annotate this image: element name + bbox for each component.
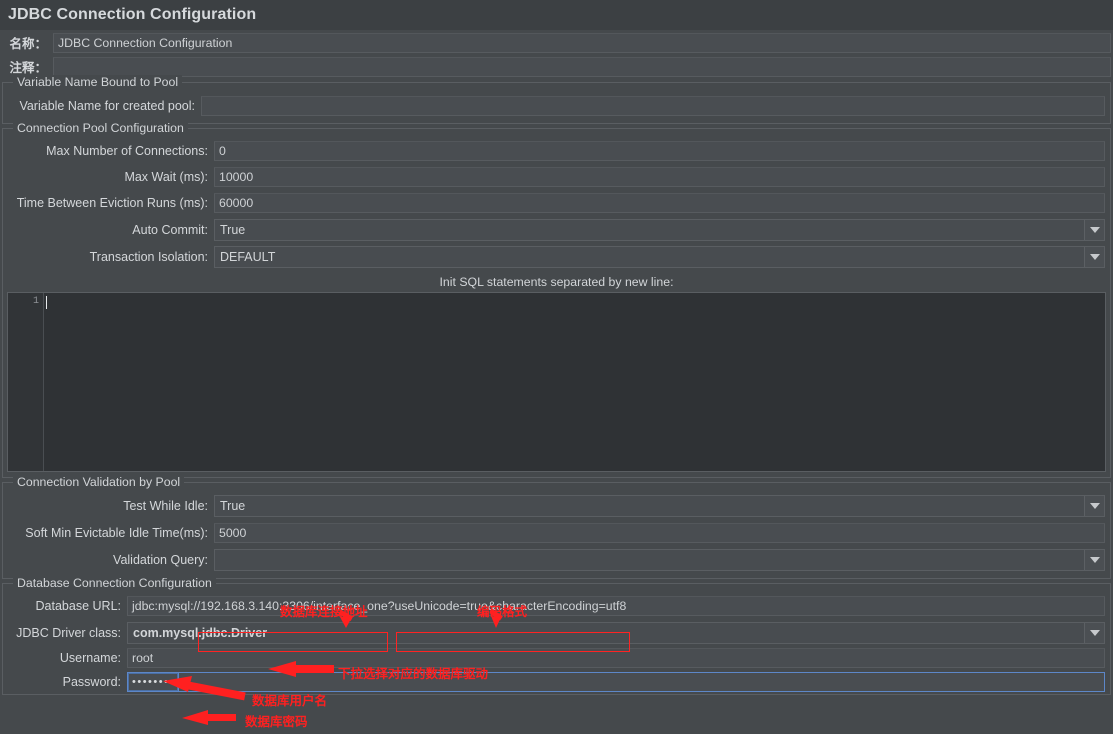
test-while-idle-row: Test While Idle: True bbox=[6, 492, 1107, 519]
transaction-isolation-value: DEFAULT bbox=[220, 250, 276, 264]
variable-name-group: Variable Name Bound to Pool Variable Nam… bbox=[2, 75, 1111, 124]
chevron-down-icon[interactable] bbox=[1084, 622, 1104, 643]
test-while-idle-label: Test While Idle: bbox=[123, 498, 208, 513]
chevron-down-icon[interactable] bbox=[1084, 247, 1104, 267]
max-connections-input[interactable]: 0 bbox=[214, 141, 1105, 161]
database-connection-group-title: Database Connection Configuration bbox=[13, 576, 216, 590]
soft-min-evictable-input[interactable]: 5000 bbox=[214, 522, 1105, 543]
name-input[interactable]: JDBC Connection Configuration bbox=[53, 32, 1111, 53]
name-label: 名称： bbox=[9, 37, 47, 51]
chevron-down-icon[interactable] bbox=[1084, 495, 1104, 516]
max-connections-row: Max Number of Connections: 0 bbox=[6, 138, 1107, 164]
init-sql-editor[interactable]: 1 bbox=[7, 292, 1106, 472]
database-url-host: 192.168.3.140:3306/interface_one bbox=[200, 599, 388, 613]
eviction-runs-label: Time Between Eviction Runs (ms): bbox=[16, 196, 208, 210]
page-title-text: JDBC Connection Configuration bbox=[8, 6, 257, 23]
soft-min-evictable-row: Soft Min Evictable Idle Time(ms): 5000 bbox=[6, 519, 1107, 546]
connection-validation-group-title: Connection Validation by Pool bbox=[13, 475, 185, 489]
auto-commit-label: Auto Commit: bbox=[132, 222, 208, 237]
validation-query-select[interactable] bbox=[214, 548, 1105, 571]
init-sql-textarea[interactable] bbox=[44, 293, 1105, 471]
database-url-prefix: jdbc:mysql:// bbox=[132, 599, 201, 613]
max-wait-label: Max Wait (ms): bbox=[124, 170, 208, 184]
password-label: Password: bbox=[62, 675, 121, 689]
auto-commit-select[interactable]: True bbox=[214, 218, 1105, 241]
page-title: JDBC Connection Configuration bbox=[0, 0, 1113, 30]
jdbc-driver-row: JDBC Driver class: com.mysql.jdbc.Driver bbox=[6, 619, 1107, 646]
max-wait-input[interactable]: 10000 bbox=[214, 167, 1105, 187]
max-connections-label: Max Number of Connections: bbox=[46, 144, 208, 158]
transaction-isolation-row: Transaction Isolation: DEFAULT bbox=[6, 243, 1107, 271]
database-url-params: useUnicode=true&characterEncoding=utf8 bbox=[394, 599, 627, 613]
jdbc-driver-label: JDBC Driver class: bbox=[16, 625, 121, 640]
soft-min-evictable-label: Soft Min Evictable Idle Time(ms): bbox=[25, 525, 208, 540]
text-caret bbox=[46, 296, 47, 309]
password-row: Password: •••••••• bbox=[6, 670, 1107, 694]
auto-commit-row: Auto Commit: True bbox=[6, 216, 1107, 243]
pool-variable-label: Variable Name for created pool: bbox=[19, 99, 195, 113]
connection-pool-group: Connection Pool Configuration Max Number… bbox=[2, 121, 1111, 478]
name-row: 名称： JDBC Connection Configuration bbox=[0, 30, 1113, 55]
database-url-input[interactable]: jdbc:mysql://192.168.3.140:3306/interfac… bbox=[127, 596, 1105, 616]
comment-input[interactable] bbox=[53, 56, 1111, 77]
annotation-password: 数据库密码 bbox=[245, 715, 308, 729]
variable-name-group-title: Variable Name Bound to Pool bbox=[13, 75, 183, 89]
validation-query-row: Validation Query: bbox=[6, 546, 1107, 573]
pool-variable-row: Variable Name for created pool: bbox=[6, 94, 1107, 118]
jdbc-connection-configuration-window: JDBC Connection Configuration 名称： JDBC C… bbox=[0, 0, 1113, 734]
init-sql-header: Init SQL statements separated by new lin… bbox=[439, 275, 674, 289]
username-label: Username: bbox=[59, 651, 121, 665]
jdbc-driver-select[interactable]: com.mysql.jdbc.Driver bbox=[127, 621, 1105, 644]
line-number-gutter: 1 bbox=[8, 293, 44, 471]
database-connection-group: Database Connection Configuration Databa… bbox=[2, 576, 1111, 695]
username-input[interactable]: root bbox=[127, 648, 1105, 668]
password-input[interactable]: •••••••• bbox=[127, 672, 179, 692]
chevron-down-icon[interactable] bbox=[1084, 219, 1104, 240]
test-while-idle-value: True bbox=[220, 498, 246, 513]
eviction-runs-row: Time Between Eviction Runs (ms): 60000 bbox=[6, 190, 1107, 216]
database-url-label: Database URL: bbox=[35, 599, 121, 613]
eviction-runs-input[interactable]: 60000 bbox=[214, 193, 1105, 213]
username-row: Username: root bbox=[6, 646, 1107, 670]
validation-query-label: Validation Query: bbox=[113, 552, 208, 567]
max-wait-row: Max Wait (ms): 10000 bbox=[6, 164, 1107, 190]
test-while-idle-select[interactable]: True bbox=[214, 494, 1105, 517]
jdbc-driver-value: com.mysql.jdbc.Driver bbox=[133, 625, 268, 640]
transaction-isolation-select[interactable]: DEFAULT bbox=[214, 246, 1105, 268]
auto-commit-value: True bbox=[220, 222, 246, 237]
connection-pool-group-title: Connection Pool Configuration bbox=[13, 121, 188, 135]
database-url-row: Database URL: jdbc:mysql://192.168.3.140… bbox=[6, 593, 1107, 619]
database-url-question: ? bbox=[387, 599, 395, 613]
connection-validation-group: Connection Validation by Pool Test While… bbox=[2, 475, 1111, 579]
chevron-down-icon[interactable] bbox=[1084, 549, 1104, 570]
pool-variable-input[interactable] bbox=[201, 96, 1105, 116]
transaction-isolation-label: Transaction Isolation: bbox=[89, 250, 208, 264]
